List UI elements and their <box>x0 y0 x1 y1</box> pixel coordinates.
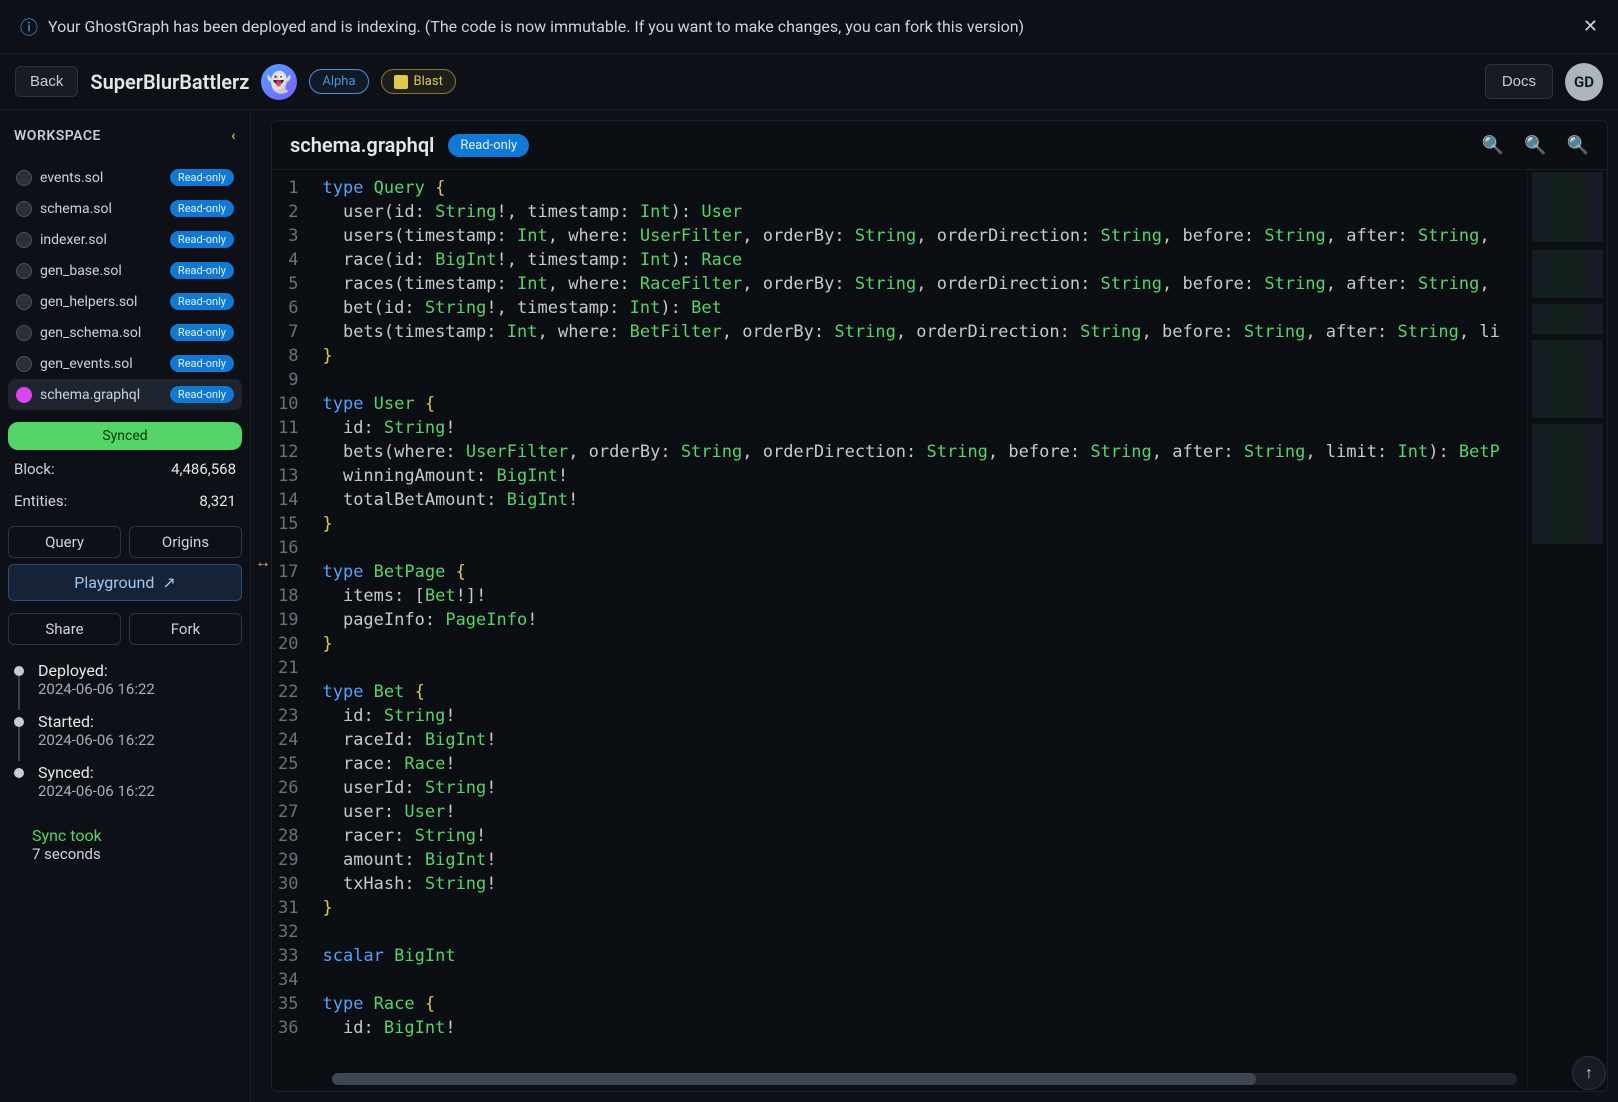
code-area[interactable]: type Query { user(id: String!, timestamp… <box>310 170 1527 1091</box>
file-item-gen_schema-sol[interactable]: gen_schema.sol Read-only <box>8 317 242 348</box>
readonly-badge: Read-only <box>170 293 234 310</box>
sync-took-value: 7 seconds <box>32 845 242 863</box>
close-icon[interactable]: ✕ <box>1583 16 1598 37</box>
line-gutter: 1 2 3 4 5 6 7 8 9 10 11 12 13 14 15 16 1… <box>272 170 310 1091</box>
file-list: events.solRead-onlyschema.solRead-onlyin… <box>8 162 242 410</box>
readonly-badge: Read-only <box>448 134 529 157</box>
editor-header: schema.graphql Read-only 🔍 🔍 🔍 <box>272 121 1607 170</box>
blast-label: Blast <box>414 74 443 89</box>
playground-button[interactable]: Playground ↗ <box>8 564 242 601</box>
alpha-badge: Alpha <box>309 69 368 94</box>
zoom-out-icon[interactable]: 🔍 <box>1524 135 1546 156</box>
file-name: events.sol <box>40 170 103 186</box>
h-scrollbar-thumb[interactable] <box>332 1073 1256 1085</box>
workspace-title: WORKSPACE <box>14 128 101 144</box>
timeline-dot-icon <box>14 666 24 676</box>
readonly-badge: Read-only <box>170 355 234 372</box>
query-button[interactable]: Query <box>8 526 121 558</box>
file-icon <box>16 201 32 217</box>
editor-filename: schema.graphql <box>290 133 434 157</box>
file-item-schema-graphql[interactable]: schema.graphql Read-only <box>8 379 242 410</box>
editor-shell: schema.graphql Read-only 🔍 🔍 🔍 1 2 3 4 5… <box>271 120 1608 1092</box>
timeline-title: Deployed: <box>38 661 242 680</box>
blast-badge: Blast <box>381 69 456 94</box>
block-value: 4,486,568 <box>171 460 236 478</box>
file-icon <box>16 232 32 248</box>
editor-pane: schema.graphql Read-only 🔍 🔍 🔍 1 2 3 4 5… <box>251 110 1618 1102</box>
timeline-date: 2024-06-06 16:22 <box>38 782 242 800</box>
share-button[interactable]: Share <box>8 613 121 645</box>
scroll-top-button[interactable]: ↑ <box>1572 1056 1606 1090</box>
file-item-events-sol[interactable]: events.sol Read-only <box>8 162 242 193</box>
timeline-item: Synced:2024-06-06 16:22 <box>14 763 242 800</box>
timeline-date: 2024-06-06 16:22 <box>38 731 242 749</box>
fork-button[interactable]: Fork <box>129 613 242 645</box>
resize-handle-icon[interactable]: ↔ <box>255 552 271 572</box>
origins-button[interactable]: Origins <box>129 526 242 558</box>
docs-button[interactable]: Docs <box>1485 64 1553 99</box>
back-button[interactable]: Back <box>15 66 78 97</box>
block-label: Block: <box>14 460 55 478</box>
main: WORKSPACE ‹ events.solRead-onlyschema.so… <box>0 110 1618 1102</box>
readonly-badge: Read-only <box>170 324 234 341</box>
readonly-badge: Read-only <box>170 231 234 248</box>
readonly-badge: Read-only <box>170 169 234 186</box>
file-item-schema-sol[interactable]: schema.sol Read-only <box>8 193 242 224</box>
banner-text: Your GhostGraph has been deployed and is… <box>48 17 1573 36</box>
entities-value: 8,321 <box>199 492 236 510</box>
file-name: schema.sol <box>40 201 112 217</box>
file-icon <box>16 294 32 310</box>
timeline-dot-icon <box>14 768 24 778</box>
sidebar: WORKSPACE ‹ events.solRead-onlyschema.so… <box>0 110 251 1102</box>
ghost-avatar-icon: 👻 <box>261 64 297 100</box>
file-icon <box>16 356 32 372</box>
zoom-in-icon[interactable]: 🔍 <box>1482 135 1504 156</box>
h-scrollbar[interactable] <box>332 1073 1517 1085</box>
playground-label: Playground <box>74 573 154 592</box>
search-icon[interactable]: 🔍 <box>1567 135 1589 156</box>
workspace-header: WORKSPACE ‹ <box>8 122 242 156</box>
entities-label: Entities: <box>14 492 67 510</box>
timeline-item: Started:2024-06-06 16:22 <box>14 712 242 749</box>
file-item-gen_base-sol[interactable]: gen_base.sol Read-only <box>8 255 242 286</box>
external-link-icon: ↗ <box>162 573 175 592</box>
info-banner: ⓘ Your GhostGraph has been deployed and … <box>0 0 1618 54</box>
topbar: Back SuperBlurBattlerz 👻 Alpha Blast Doc… <box>0 54 1618 110</box>
file-icon <box>16 170 32 186</box>
readonly-badge: Read-only <box>170 262 234 279</box>
timeline-item: Deployed:2024-06-06 16:22 <box>14 661 242 698</box>
project-title: SuperBlurBattlerz <box>90 70 249 94</box>
file-icon <box>16 325 32 341</box>
timeline-dot-icon <box>14 717 24 727</box>
timeline-title: Synced: <box>38 763 242 782</box>
file-item-gen_events-sol[interactable]: gen_events.sol Read-only <box>8 348 242 379</box>
sync-status: Synced <box>8 422 242 450</box>
file-item-indexer-sol[interactable]: indexer.sol Read-only <box>8 224 242 255</box>
editor-body[interactable]: 1 2 3 4 5 6 7 8 9 10 11 12 13 14 15 16 1… <box>272 170 1607 1091</box>
timeline-date: 2024-06-06 16:22 <box>38 680 242 698</box>
file-icon <box>16 387 32 403</box>
file-icon <box>16 263 32 279</box>
user-avatar[interactable]: GD <box>1565 63 1603 101</box>
timeline: Deployed:2024-06-06 16:22Started:2024-06… <box>8 661 242 814</box>
sync-took-label: Sync took <box>32 826 242 845</box>
minimap[interactable] <box>1527 170 1607 1091</box>
file-name: gen_events.sol <box>40 356 133 372</box>
file-name: gen_helpers.sol <box>40 294 137 310</box>
readonly-badge: Read-only <box>170 200 234 217</box>
info-icon: ⓘ <box>20 14 38 40</box>
chevron-left-icon[interactable]: ‹ <box>231 128 236 144</box>
file-name: gen_schema.sol <box>40 325 141 341</box>
file-name: indexer.sol <box>40 232 107 248</box>
timeline-title: Started: <box>38 712 242 731</box>
file-item-gen_helpers-sol[interactable]: gen_helpers.sol Read-only <box>8 286 242 317</box>
file-name: gen_base.sol <box>40 263 122 279</box>
readonly-badge: Read-only <box>170 386 234 403</box>
blast-icon <box>394 75 408 89</box>
file-name: schema.graphql <box>40 387 140 403</box>
